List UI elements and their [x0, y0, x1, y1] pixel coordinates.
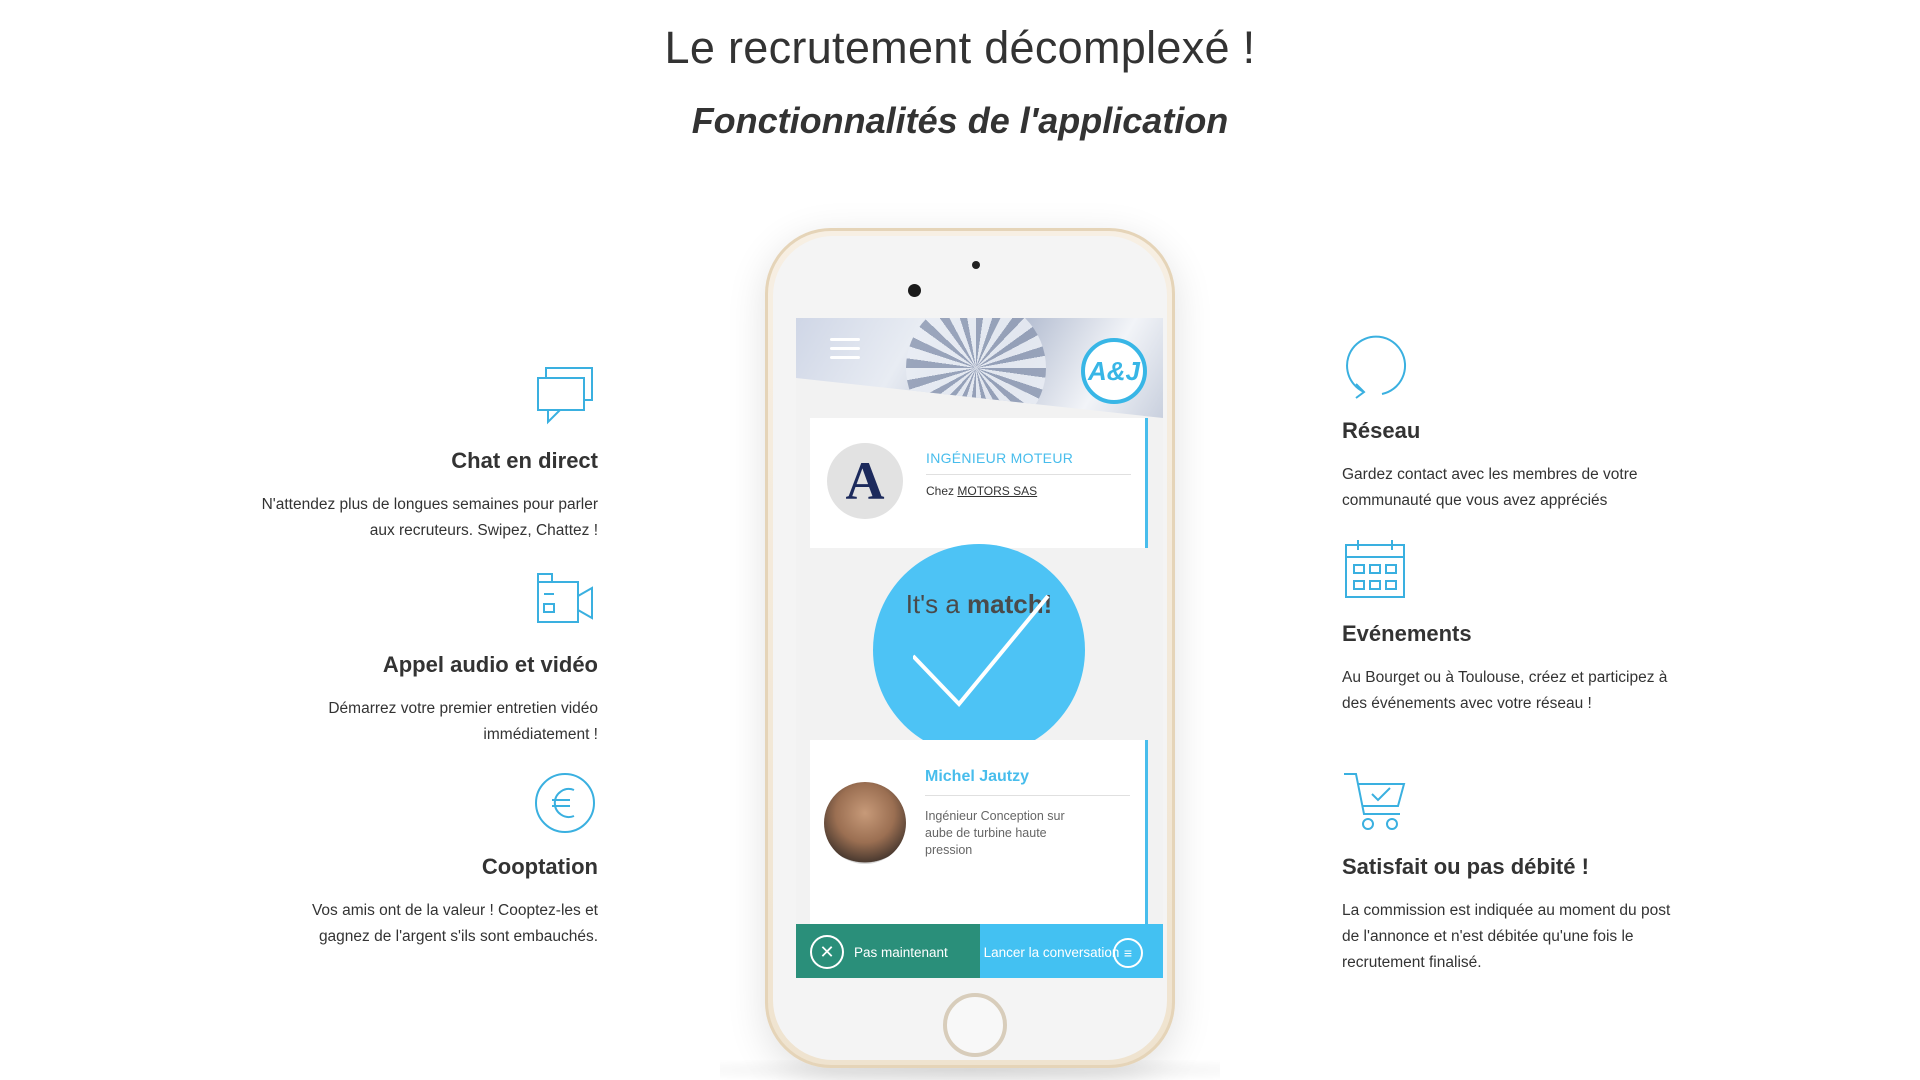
phone-mockup: A&J A INGÉNIEUR MOTEUR Chez MOTORS SAS I… [765, 228, 1175, 1068]
decline-button[interactable]: ✕ Pas maintenant [796, 924, 980, 978]
checkmark-icon [913, 594, 1050, 708]
phone-speaker [972, 261, 980, 269]
feature-payment: Satisfait ou pas débité ! La commission … [1342, 770, 1682, 976]
app-screen: A&J A INGÉNIEUR MOTEUR Chez MOTORS SAS I… [796, 318, 1163, 978]
refresh-icon [1342, 334, 1408, 400]
feature-title: Appel audio et vidéo [382, 652, 598, 677]
feature-title: Evénements [1342, 621, 1472, 646]
phone-camera [908, 284, 921, 297]
match-badge: It's a match! [873, 544, 1085, 756]
job-title: INGÉNIEUR MOTEUR [926, 450, 1074, 466]
person-role: Ingénieur Conception sur aube de turbine… [925, 809, 1065, 857]
feature-text: Démarrez votre premier entretien vidéo i… [328, 700, 598, 743]
job-card[interactable]: A INGÉNIEUR MOTEUR Chez MOTORS SAS [810, 418, 1148, 548]
job-company-prefix: Chez [926, 484, 955, 498]
chat-bubble-icon: ≡ [1113, 938, 1143, 968]
feature-text: N'attendez plus de longues semaines pour… [261, 496, 598, 539]
divider [925, 795, 1130, 796]
brand-logo: A&J [1081, 338, 1147, 404]
euro-icon [532, 770, 598, 836]
divider [926, 474, 1131, 475]
action-bar: ✕ Pas maintenant Lancer la conversation … [796, 924, 1163, 978]
start-chat-button[interactable]: Lancer la conversation ≡ [980, 924, 1163, 978]
profile-card[interactable]: Michel Jautzy Ingénieur Conception sur a… [810, 740, 1148, 925]
video-call-icon [532, 568, 598, 634]
job-company-link[interactable]: MOTORS SAS [957, 484, 1037, 498]
calendar-icon [1342, 537, 1408, 603]
feature-title: Réseau [1342, 418, 1421, 443]
feature-cooptation: Cooptation Vos amis ont de la valeur ! C… [258, 770, 598, 950]
feature-text: La commission est indiquée au moment du … [1342, 902, 1671, 971]
feature-text: Gardez contact avec les membres de votre… [1342, 466, 1638, 509]
hamburger-menu-icon[interactable] [830, 338, 860, 362]
decline-label: Pas maintenant [854, 944, 948, 960]
home-button[interactable] [943, 993, 1007, 1057]
feature-video-call: Appel audio et vidéo Démarrez votre prem… [258, 568, 598, 748]
person-name: Michel Jautzy [925, 768, 1030, 785]
phone-body: A&J A INGÉNIEUR MOTEUR Chez MOTORS SAS I… [773, 236, 1167, 1060]
close-icon: ✕ [810, 935, 844, 969]
feature-text: Vos amis ont de la valeur ! Cooptez-les … [311, 902, 598, 945]
page-subtitle: Fonctionnalités de l'application [691, 100, 1229, 141]
feature-network: Réseau Gardez contact avec les membres d… [1342, 334, 1682, 514]
cart-icon [1342, 770, 1408, 836]
feature-title: Chat en direct [451, 448, 598, 473]
job-company: Chez MOTORS SAS [926, 484, 1037, 498]
avatar [824, 782, 906, 864]
chat-icon [532, 364, 598, 430]
feature-title: Satisfait ou pas débité ! [1342, 854, 1589, 879]
start-chat-label: Lancer la conversation [983, 944, 1120, 960]
feature-chat: Chat en direct N'attendez plus de longue… [258, 364, 598, 544]
page-title: Le recrutement décomplexé ! [664, 22, 1256, 73]
feature-events: Evénements Au Bourget ou à Toulouse, cré… [1342, 537, 1682, 717]
feature-title: Cooptation [481, 854, 598, 879]
company-logo: A [827, 443, 903, 519]
feature-text: Au Bourget ou à Toulouse, créez et parti… [1342, 669, 1668, 712]
